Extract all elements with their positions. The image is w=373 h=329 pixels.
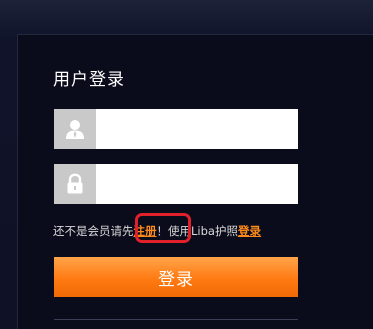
username-input[interactable] bbox=[96, 109, 298, 149]
divider bbox=[54, 319, 298, 320]
lock-icon bbox=[54, 164, 96, 204]
register-link[interactable]: 注册 bbox=[134, 223, 157, 239]
password-input[interactable] bbox=[96, 164, 298, 204]
hint-prefix: 还不是会员请先 bbox=[53, 224, 134, 238]
hint-middle: 使用Liba护照 bbox=[168, 224, 238, 238]
login-panel: 用户登录 还不是会员请先 注册 ！ 使用Liba护照 登录 登录 bbox=[17, 34, 373, 329]
password-field[interactable] bbox=[54, 164, 298, 204]
hint-exclaim: ！ bbox=[156, 224, 169, 238]
login-button[interactable]: 登录 bbox=[54, 257, 298, 297]
login-title: 用户登录 bbox=[53, 70, 125, 90]
user-icon bbox=[54, 109, 96, 149]
login-link[interactable]: 登录 bbox=[238, 223, 261, 239]
register-hint: 还不是会员请先 注册 ！ 使用Liba护照 登录 bbox=[53, 223, 261, 239]
username-field[interactable] bbox=[54, 109, 298, 149]
